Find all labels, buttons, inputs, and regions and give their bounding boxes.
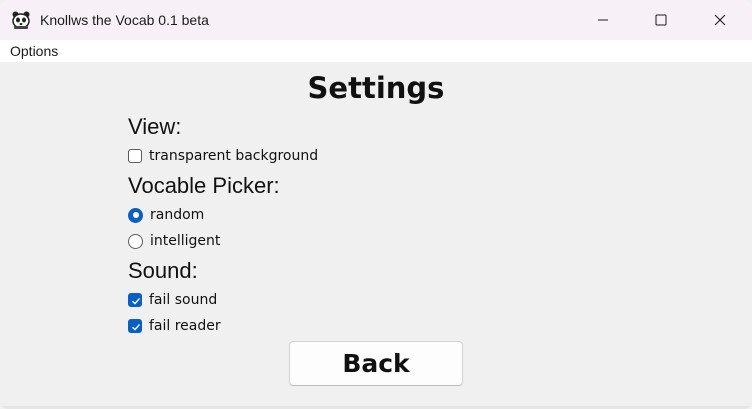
random-option[interactable]: random — [128, 206, 204, 224]
section-title-vocable-picker: Vocable Picker: — [128, 173, 280, 198]
close-button[interactable] — [691, 0, 749, 40]
fail-sound-option[interactable]: fail sound — [128, 291, 217, 309]
transparent-background-checkbox[interactable] — [128, 149, 142, 163]
window-title: Knollws the Vocab 0.1 beta — [40, 12, 209, 28]
title-bar[interactable]: Knollws the Vocab 0.1 beta — [0, 0, 752, 40]
fail-sound-checkbox[interactable] — [128, 293, 142, 307]
maximize-icon — [655, 11, 667, 30]
app-window: Knollws the Vocab 0.1 beta Options Setti… — [0, 0, 752, 409]
fail-sound-label[interactable]: fail sound — [149, 291, 217, 309]
fail-reader-option[interactable]: fail reader — [128, 317, 221, 335]
random-radio[interactable] — [128, 207, 143, 223]
maximize-button[interactable] — [632, 0, 690, 40]
close-icon — [714, 11, 726, 30]
menu-bar: Options — [0, 40, 752, 62]
minimize-button[interactable] — [574, 0, 632, 40]
back-button[interactable]: Back — [289, 341, 463, 386]
minimize-icon — [597, 11, 609, 30]
transparent-background-option[interactable]: transparent background — [128, 147, 318, 165]
fail-reader-checkbox[interactable] — [128, 319, 142, 333]
section-title-sound: Sound: — [128, 258, 198, 283]
menu-options[interactable]: Options — [10, 42, 58, 60]
intelligent-radio[interactable] — [128, 233, 143, 249]
section-title-view: View: — [128, 114, 182, 139]
intelligent-label[interactable]: intelligent — [150, 232, 220, 250]
page-title: Settings — [307, 71, 445, 105]
transparent-background-label[interactable]: transparent background — [149, 147, 318, 165]
random-label[interactable]: random — [150, 206, 204, 224]
panda-icon — [11, 10, 31, 30]
fail-reader-label[interactable]: fail reader — [149, 317, 221, 335]
intelligent-option[interactable]: intelligent — [128, 232, 220, 250]
